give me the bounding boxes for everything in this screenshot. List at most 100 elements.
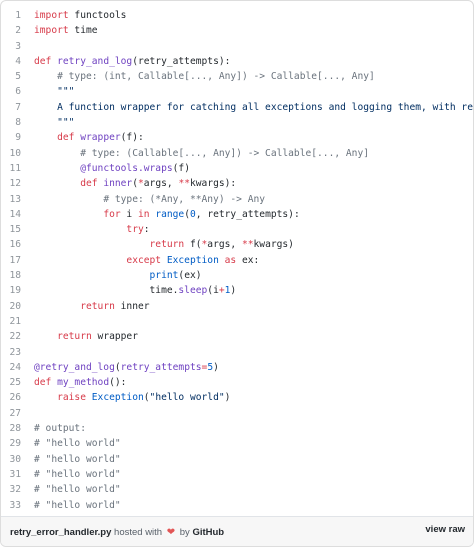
code-token: inner (103, 178, 133, 190)
line-number: 22 (9, 331, 21, 343)
line-number: 26 (9, 392, 21, 404)
code-token: (ex) (178, 270, 202, 282)
code-token: def (34, 377, 52, 389)
code-token: return (80, 300, 115, 312)
code-token: f( (184, 239, 202, 251)
github-link[interactable]: GitHub (192, 527, 224, 538)
line-code: return inner (21, 299, 150, 314)
code-token: ** (241, 239, 254, 251)
line-code: return f(*args, **kwargs) (21, 237, 294, 252)
code-token: wrapper (80, 132, 121, 144)
line-code: raise Exception("hello world") (21, 390, 230, 405)
line-code: import time (21, 23, 98, 38)
code-token: def (57, 132, 75, 144)
code-token: Exception (166, 254, 219, 266)
line-code: def retry_and_log(retry_attempts): (21, 54, 230, 69)
code-token: """ (57, 86, 75, 98)
code-token: kwargs) (253, 239, 294, 251)
code-token: args, (143, 178, 179, 190)
code-line: 21 (1, 314, 473, 329)
line-code: # type: (int, Callable[..., Any]) -> Cal… (21, 69, 375, 84)
code-line: 9 def wrapper(f): (1, 130, 473, 145)
code-lines: 1 import functools 2 import time 3 4 def retry… (1, 8, 473, 513)
code-token: # output: (34, 423, 86, 435)
code-token: # "hello world" (34, 438, 121, 450)
code-line: 31 # "hello world" (1, 467, 473, 482)
line-code: try: (21, 222, 150, 237)
code-line: 8 """ (1, 115, 473, 130)
code-token: functools (68, 10, 127, 21)
code-line: 28 # output: (1, 421, 473, 436)
code-line: 18 print(ex) (1, 268, 473, 283)
line-code: except Exception as ex: (21, 253, 259, 268)
by-text: by (179, 527, 190, 538)
code-token: """ (57, 117, 75, 129)
code-token: kwargs): (190, 178, 237, 190)
code-token: for (103, 208, 121, 220)
line-number: 7 (15, 101, 21, 113)
gist-filename-link[interactable]: retry_error_handler.py (10, 527, 111, 538)
code-line: 24 @retry_and_log(retry_attempts=5) (1, 360, 473, 375)
code-token: (f) (172, 162, 190, 174)
line-number: 31 (9, 468, 21, 480)
code-token: retry_attempts (120, 361, 202, 373)
code-token: # "hello world" (34, 499, 121, 511)
code-token: ) (224, 392, 231, 404)
code-token: # type: (*Any, **Any) -> Any (103, 193, 266, 205)
code-token: in (137, 208, 150, 220)
line-number: 15 (9, 224, 21, 236)
line-number: 28 (9, 423, 21, 435)
code-line: 27 (1, 406, 473, 421)
code-token: inner (114, 300, 150, 312)
gist-meta: retry_error_handler.py hosted with ❤ by … (10, 527, 224, 538)
code-token: (f): (120, 132, 144, 144)
code-token: wrapper (91, 331, 138, 343)
line-number: 29 (9, 438, 21, 450)
line-number: 21 (9, 315, 21, 327)
line-code: # "hello world" (21, 467, 121, 482)
line-code: @retry_and_log(retry_attempts=5) (21, 360, 219, 375)
code-line: 15 try: (1, 222, 473, 237)
line-code: # type: (Callable[..., Any]) -> Callable… (21, 146, 369, 161)
line-number: 12 (9, 178, 21, 190)
code-token: time (68, 25, 98, 37)
line-number: 27 (9, 407, 21, 419)
line-number: 32 (9, 484, 21, 496)
line-number: 19 (9, 285, 21, 297)
code-token: , retry_attempts): (195, 208, 300, 220)
code-line: 23 (1, 345, 473, 360)
line-code: return wrapper (21, 329, 138, 344)
code-line: 2 import time (1, 23, 473, 38)
code-line: 7 A function wrapper for catching all ex… (1, 100, 473, 115)
line-code: print(ex) (21, 268, 202, 283)
line-number: 30 (9, 453, 21, 465)
code-line: 13 # type: (*Any, **Any) -> Any (1, 192, 473, 207)
code-token: args, (207, 239, 242, 251)
line-code: def inner(*args, **kwargs): (21, 176, 236, 191)
code-token: : (143, 224, 150, 236)
code-token: # type: (int, Callable[..., Any]) -> Cal… (57, 71, 375, 83)
line-code: # type: (*Any, **Any) -> Any (21, 192, 265, 207)
code-token: # "hello world" (34, 468, 121, 480)
line-number: 16 (9, 239, 21, 251)
view-raw-link[interactable]: view raw (425, 524, 465, 535)
line-number: 5 (15, 71, 21, 83)
code-token: except (126, 254, 162, 266)
heart-icon: ❤ (166, 527, 176, 538)
code-line: 19 time.sleep(i+1) (1, 283, 473, 298)
line-number: 11 (9, 162, 21, 174)
code-line: 26 raise Exception("hello world") (1, 390, 473, 405)
code-token: try (126, 224, 144, 236)
line-number: 14 (9, 208, 21, 220)
